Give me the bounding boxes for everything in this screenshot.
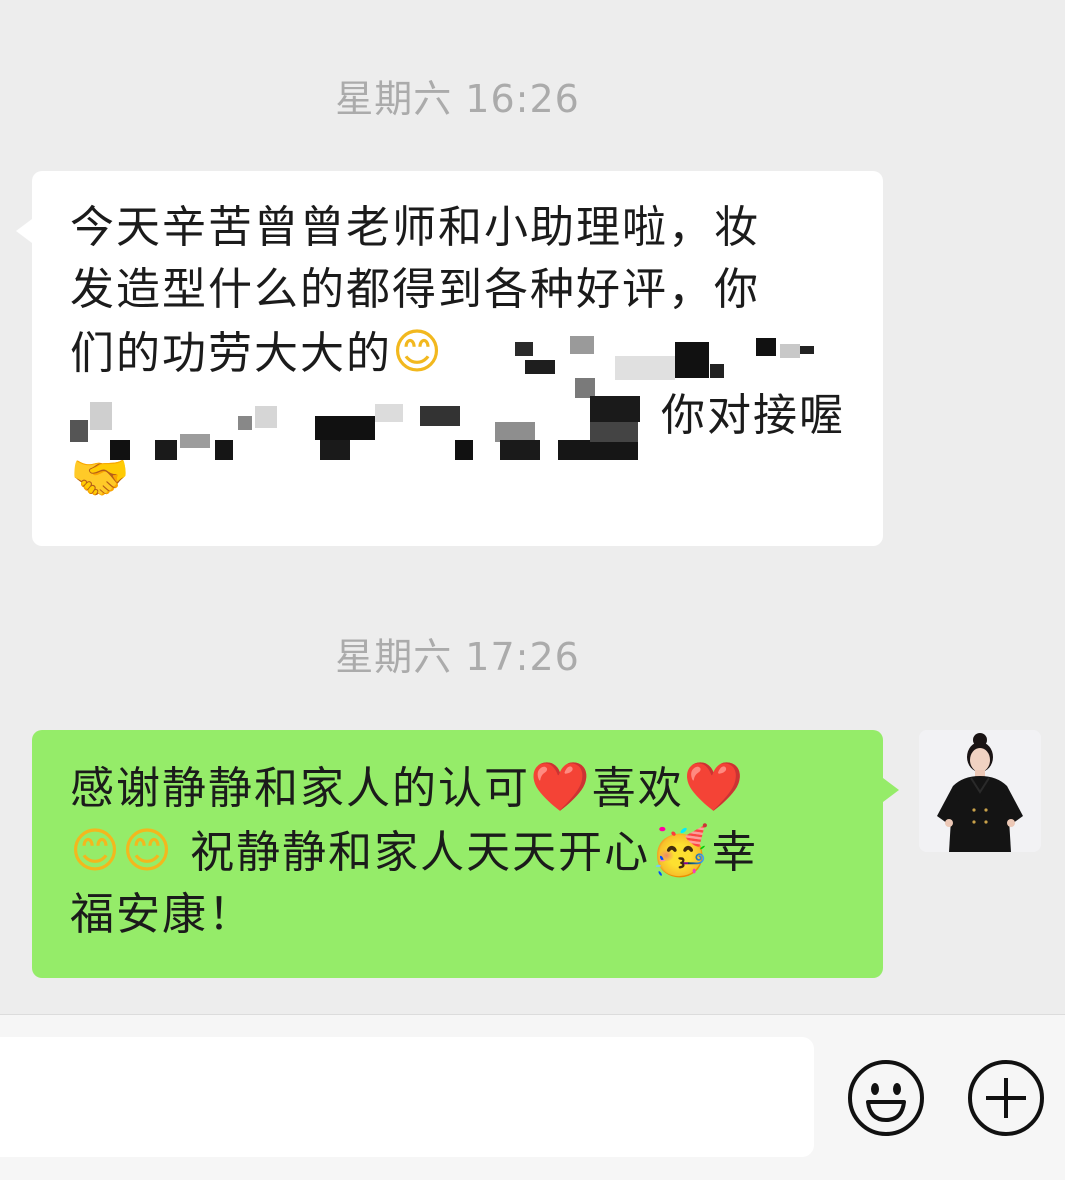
handshake-emoji-icon: 🤝 bbox=[70, 450, 132, 506]
message-line: 们的功劳大大的😊 bbox=[70, 321, 845, 385]
incoming-message-text: 今天辛苦曾曾老师和小助理啦，妆 发造型什么的都得到各种好评，你 们的功劳大大的😊… bbox=[70, 197, 845, 511]
message-segment: 祝静静和家人天天开心 bbox=[174, 827, 651, 878]
avatar[interactable] bbox=[919, 730, 1041, 852]
message-line: 发造型什么的都得到各种好评，你 bbox=[70, 264, 760, 315]
incoming-message-bubble[interactable]: 今天辛苦曾曾老师和小助理啦，妆 发造型什么的都得到各种好评，你 们的功劳大大的😊… bbox=[16, 171, 883, 546]
party-emoji-icon: 🥳 bbox=[650, 823, 712, 879]
heart-emoji-icon: ❤️ bbox=[530, 759, 592, 815]
message-segment: 你对接喔 bbox=[661, 390, 845, 441]
message-input[interactable] bbox=[0, 1037, 814, 1157]
outgoing-message-text: 感谢静静和家人的认可❤️喜欢❤️ 😊😊 祝静静和家人天天开心🥳幸 福安康！ bbox=[70, 756, 845, 946]
message-line: 🤝 bbox=[70, 447, 845, 511]
message-line: 今天辛苦曾曾老师和小助理啦，妆 bbox=[70, 202, 760, 253]
more-button[interactable] bbox=[966, 1058, 1046, 1138]
outgoing-message-bubble[interactable]: 感谢静静和家人的认可❤️喜欢❤️ 😊😊 祝静静和家人天天开心🥳幸 福安康！ bbox=[32, 730, 899, 978]
message-line: 感谢静静和家人的认可❤️喜欢❤️ bbox=[70, 756, 845, 820]
message-line: 福安康！ bbox=[70, 889, 254, 940]
smiley-icon bbox=[848, 1060, 924, 1136]
heart-emoji-icon: ❤️ bbox=[683, 759, 746, 815]
message-segment: 们的功劳大大的 bbox=[70, 328, 392, 379]
timestamp: 星期六 17:26 bbox=[335, 635, 580, 679]
message-line: 😊😊 祝静静和家人天天开心🥳幸 bbox=[70, 820, 845, 884]
smile-emoji-icon: 😊 bbox=[122, 823, 175, 879]
emoji-button[interactable] bbox=[846, 1058, 926, 1138]
smile-emoji-icon: 😊 bbox=[70, 823, 123, 879]
message-segment: 幸 bbox=[711, 827, 758, 878]
timestamp: 星期六 16:26 bbox=[335, 77, 580, 121]
message-line: 你对接喔 bbox=[70, 385, 845, 447]
message-segment: 喜欢 bbox=[591, 763, 684, 814]
smile-emoji-icon: 😊 bbox=[392, 324, 445, 380]
message-segment: 感谢静静和家人的认可 bbox=[70, 763, 530, 814]
avatar-portrait-icon bbox=[919, 730, 1041, 852]
plus-circle-icon bbox=[968, 1060, 1044, 1136]
